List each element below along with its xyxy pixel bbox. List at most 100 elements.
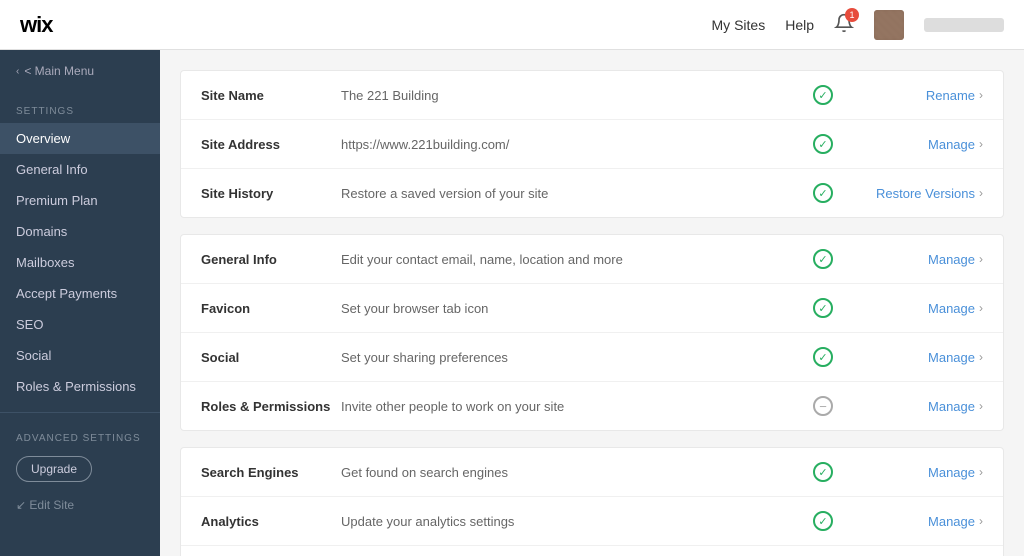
site-history-status: ✓ [803,183,843,203]
top-navigation: wix My Sites Help 1 [0,0,1024,50]
sidebar-item-domains[interactable]: Domains [0,216,160,247]
sidebar-item-premium-plan[interactable]: Premium Plan [0,185,160,216]
rename-link[interactable]: Rename [926,88,975,103]
sidebar-divider [0,412,160,413]
site-info-card: General Info Edit your contact email, na… [180,234,1004,431]
site-address-label: Site Address [201,137,341,152]
check-icon: ✓ [813,462,833,482]
social-row: Social Set your sharing preferences ✓ Ma… [181,333,1003,382]
sidebar: ‹ < Main Menu SETTINGS Overview General … [0,50,160,556]
check-icon: ✓ [813,134,833,154]
general-info-row: General Info Edit your contact email, na… [181,235,1003,284]
notifications-bell[interactable]: 1 [834,13,854,36]
social-desc: Set your sharing preferences [341,350,803,365]
site-address-status: ✓ [803,134,843,154]
site-name-row: Site Name The 221 Building ✓ Rename › [181,71,1003,120]
site-address-row: Site Address https://www.221building.com… [181,120,1003,169]
user-name-blur [924,18,1004,32]
site-name-label: Site Name [201,88,341,103]
sidebar-item-social[interactable]: Social [0,340,160,371]
sidebar-item-seo[interactable]: SEO [0,309,160,340]
restore-versions-link[interactable]: Restore Versions [876,186,975,201]
roles-permissions-action: Manage › [843,399,983,414]
social-label: Social [201,350,341,365]
search-engines-row: Search Engines Get found on search engin… [181,448,1003,497]
sidebar-item-accept-payments[interactable]: Accept Payments [0,278,160,309]
social-status: ✓ [803,347,843,367]
sidebar-item-general-info[interactable]: General Info [0,154,160,185]
favicon-action: Manage › [843,301,983,316]
notification-count: 1 [845,8,859,22]
chevron-right-icon: › [979,137,983,151]
check-icon: ✓ [813,85,833,105]
manage-favicon-link[interactable]: Manage [928,301,975,316]
manage-general-info-link[interactable]: Manage [928,252,975,267]
favicon-desc: Set your browser tab icon [341,301,803,316]
manage-roles-link[interactable]: Manage [928,399,975,414]
roles-permissions-status: − [803,396,843,416]
chevron-right-icon: › [979,350,983,364]
chevron-right-icon: › [979,301,983,315]
site-name-action: Rename › [843,88,983,103]
sidebar-overview-label: Overview [16,131,70,146]
check-icon: ✓ [813,249,833,269]
site-address-action: Manage › [843,137,983,152]
search-engines-label: Search Engines [201,465,341,480]
advanced-settings-label: ADVANCED SETTINGS [0,423,160,448]
chevron-right-icon: › [979,252,983,266]
sidebar-roles-permissions-label: Roles & Permissions [16,379,136,394]
chevron-right-icon: › [979,399,983,413]
upgrade-button[interactable]: Upgrade [16,456,92,482]
manage-social-link[interactable]: Manage [928,350,975,365]
general-info-label: General Info [201,252,341,267]
settings-section-label: SETTINGS [0,92,160,123]
sidebar-social-label: Social [16,348,51,363]
sidebar-item-roles-permissions[interactable]: Roles & Permissions [0,371,160,402]
favicon-row: Favicon Set your browser tab icon ✓ Mana… [181,284,1003,333]
chevron-right-icon: › [979,88,983,102]
general-info-status: ✓ [803,249,843,269]
search-engines-action: Manage › [843,465,983,480]
sidebar-accept-payments-label: Accept Payments [16,286,117,301]
analytics-status: ✓ [803,511,843,531]
top-nav-left: wix [20,12,52,38]
analytics-row: Analytics Update your analytics settings… [181,497,1003,546]
manage-site-address-link[interactable]: Manage [928,137,975,152]
check-icon: ✓ [813,347,833,367]
general-info-action: Manage › [843,252,983,267]
roles-permissions-desc: Invite other people to work on your site [341,399,803,414]
https-row: HTTPS Your site is SSL/TLS secured ✓ Man… [181,546,1003,556]
site-history-row: Site History Restore a saved version of … [181,169,1003,217]
chevron-right-icon: › [979,465,983,479]
social-action: Manage › [843,350,983,365]
chevron-left-icon: ‹ [16,66,19,77]
manage-analytics-link[interactable]: Manage [928,514,975,529]
wix-logo[interactable]: wix [20,12,52,38]
general-info-desc: Edit your contact email, name, location … [341,252,803,267]
sidebar-seo-label: SEO [16,317,43,332]
check-icon: ✓ [813,511,833,531]
favicon-label: Favicon [201,301,341,316]
top-nav-right: My Sites Help 1 [712,10,1004,40]
check-icon: ✓ [813,183,833,203]
roles-permissions-label: Roles & Permissions [201,399,341,414]
edit-site-link[interactable]: ↙ Edit Site [0,490,160,520]
site-name-desc: The 221 Building [341,88,803,103]
main-menu-link[interactable]: ‹ < Main Menu [0,50,160,92]
my-sites-link[interactable]: My Sites [712,17,766,33]
chevron-right-icon: › [979,514,983,528]
sidebar-item-mailboxes[interactable]: Mailboxes [0,247,160,278]
sidebar-item-overview[interactable]: Overview [0,123,160,154]
search-engines-desc: Get found on search engines [341,465,803,480]
roles-permissions-row: Roles & Permissions Invite other people … [181,382,1003,430]
check-icon: ✓ [813,298,833,318]
main-menu-label: < Main Menu [24,64,94,78]
settings-content: Site Name The 221 Building ✓ Rename › Si… [160,50,1024,556]
site-history-action: Restore Versions › [843,186,983,201]
user-avatar[interactable] [874,10,904,40]
help-link[interactable]: Help [785,17,814,33]
main-layout: ‹ < Main Menu SETTINGS Overview General … [0,50,1024,556]
manage-search-engines-link[interactable]: Manage [928,465,975,480]
sidebar-premium-plan-label: Premium Plan [16,193,98,208]
analytics-desc: Update your analytics settings [341,514,803,529]
